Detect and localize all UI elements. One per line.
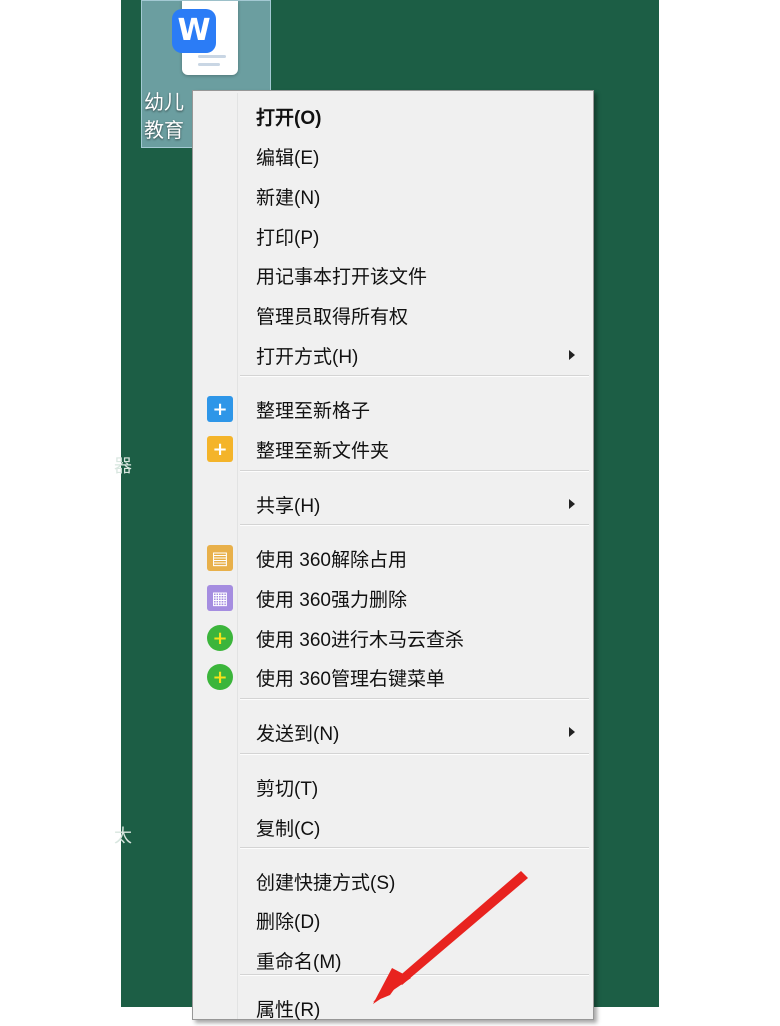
red-annotation-arrow — [373, 871, 528, 1004]
